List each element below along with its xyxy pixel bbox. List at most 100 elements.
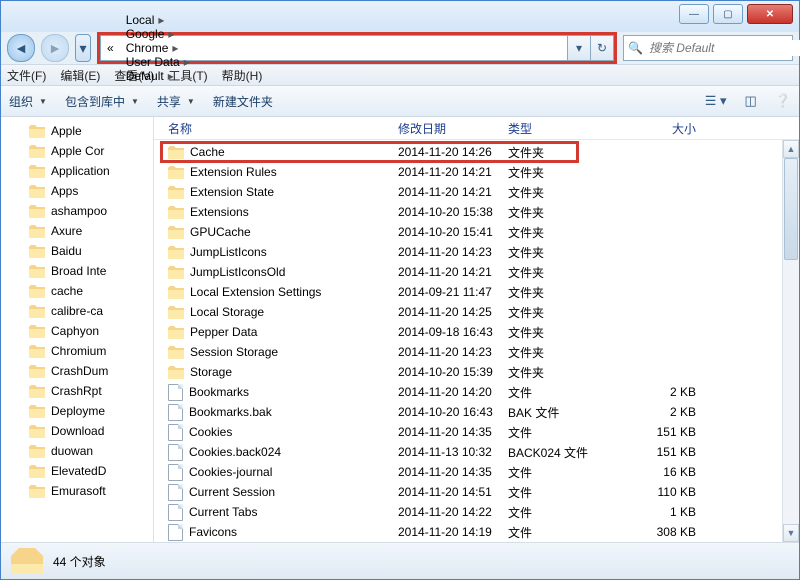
file-row[interactable]: Pepper Data2014-09-18 16:43文件夹	[154, 322, 799, 342]
minimize-button[interactable]: —	[679, 4, 709, 24]
tree-item[interactable]: Caphyon	[1, 321, 153, 341]
tree-item[interactable]: Broad Inte	[1, 261, 153, 281]
folder-icon	[29, 325, 45, 338]
search-input[interactable]	[647, 40, 800, 56]
file-row[interactable]: Cookies2014-11-20 14:35文件151 KB	[154, 422, 799, 442]
breadcrumb-prefix: «	[101, 36, 120, 60]
breadcrumb-item[interactable]: Chrome▸	[120, 41, 196, 55]
file-row[interactable]: Local Storage2014-11-20 14:25文件夹	[154, 302, 799, 322]
folder-icon	[168, 326, 184, 339]
folder-icon	[168, 366, 184, 379]
address-dropdown-button[interactable]: ▾	[568, 35, 591, 61]
folder-icon	[29, 425, 45, 438]
folder-icon	[29, 265, 45, 278]
help-button[interactable]: ❔	[775, 93, 791, 109]
folder-icon	[168, 266, 184, 279]
scroll-up-button[interactable]: ▲	[783, 140, 799, 158]
column-headers[interactable]: 名称 修改日期 类型 大小	[154, 117, 799, 140]
folder-icon	[29, 465, 45, 478]
menu-item[interactable]: 帮助(H)	[222, 67, 263, 84]
tree-item[interactable]: Apps	[1, 181, 153, 201]
file-row[interactable]: Extensions2014-10-20 15:38文件夹	[154, 202, 799, 222]
tree-item[interactable]: cache	[1, 281, 153, 301]
tree-item[interactable]: ashampoo	[1, 201, 153, 221]
file-row[interactable]: Extension State2014-11-20 14:21文件夹	[154, 182, 799, 202]
folder-icon	[29, 345, 45, 358]
tree-item[interactable]: calibre-ca	[1, 301, 153, 321]
file-row[interactable]: Favicons2014-11-20 14:19文件308 KB	[154, 522, 799, 542]
folder-icon	[168, 146, 184, 159]
file-row[interactable]: GPUCache2014-10-20 15:41文件夹	[154, 222, 799, 242]
breadcrumb-item[interactable]: Local▸	[120, 13, 196, 27]
file-icon	[168, 444, 183, 461]
col-type: 类型	[508, 120, 616, 137]
folder-icon	[168, 246, 184, 259]
menu-item[interactable]: 编辑(E)	[60, 67, 100, 84]
address-bar-highlight: « Local▸Google▸Chrome▸User Data▸Default▸…	[97, 32, 617, 64]
file-row[interactable]: Bookmarks.bak2014-10-20 16:43BAK 文件2 KB	[154, 402, 799, 422]
tree-item[interactable]: CrashRpt	[1, 381, 153, 401]
tree-item[interactable]: CrashDum	[1, 361, 153, 381]
breadcrumb-item[interactable]: Google▸	[120, 27, 196, 41]
tree-item[interactable]: duowan	[1, 441, 153, 461]
folder-icon	[29, 365, 45, 378]
folder-icon	[29, 145, 45, 158]
file-row[interactable]: Storage2014-10-20 15:39文件夹	[154, 362, 799, 382]
view-button[interactable]: ☰ ▾	[705, 93, 727, 109]
tree-item[interactable]: Download	[1, 421, 153, 441]
col-date: 修改日期	[398, 120, 508, 137]
scroll-thumb[interactable]	[784, 158, 798, 260]
share-button[interactable]: 共享▼	[157, 93, 195, 110]
close-button[interactable]: ✕	[747, 4, 793, 24]
file-row[interactable]: Session Storage2014-11-20 14:23文件夹	[154, 342, 799, 362]
preview-pane-button[interactable]: ◫	[745, 93, 757, 109]
nav-back-button[interactable]: ◄	[7, 34, 35, 62]
menu-item[interactable]: 文件(F)	[7, 67, 46, 84]
folder-icon	[168, 166, 184, 179]
tree-item[interactable]: Apple Cor	[1, 141, 153, 161]
breadcrumb-item[interactable]: Default▸	[120, 69, 196, 83]
file-icon	[168, 484, 183, 501]
file-row[interactable]: JumpListIcons2014-11-20 14:23文件夹	[154, 242, 799, 262]
file-row[interactable]: Local Extension Settings2014-09-21 11:47…	[154, 282, 799, 302]
toolbar: 组织▼ 包含到库中▼ 共享▼ 新建文件夹 ☰ ▾ ◫ ❔	[1, 86, 799, 117]
scroll-down-button[interactable]: ▼	[783, 524, 799, 542]
folder-icon	[168, 286, 184, 299]
address-bar[interactable]: « Local▸Google▸Chrome▸User Data▸Default▸	[100, 35, 568, 61]
file-row[interactable]: Cookies-journal2014-11-20 14:35文件16 KB	[154, 462, 799, 482]
nav-history-button[interactable]: ▾	[75, 34, 91, 62]
file-row[interactable]: Cache2014-11-20 14:26文件夹	[154, 142, 799, 162]
file-row[interactable]: Current Tabs2014-11-20 14:22文件1 KB	[154, 502, 799, 522]
folder-icon	[29, 305, 45, 318]
folder-icon	[29, 485, 45, 498]
folder-icon	[29, 405, 45, 418]
file-row[interactable]: Extension Rules2014-11-20 14:21文件夹	[154, 162, 799, 182]
tree-item[interactable]: Emurasoft	[1, 481, 153, 501]
folder-icon	[29, 225, 45, 238]
search-box[interactable]: 🔍	[623, 35, 793, 61]
tree-item[interactable]: Deployme	[1, 401, 153, 421]
folder-icon	[29, 385, 45, 398]
breadcrumb-item[interactable]: User Data▸	[120, 55, 196, 69]
maximize-button[interactable]: ▢	[713, 4, 743, 24]
include-button[interactable]: 包含到库中▼	[65, 93, 139, 110]
file-row[interactable]: Current Session2014-11-20 14:51文件110 KB	[154, 482, 799, 502]
tree-item[interactable]: Apple	[1, 121, 153, 141]
nav-forward-button[interactable]: ►	[41, 34, 69, 62]
tree-item[interactable]: Baidu	[1, 241, 153, 261]
tree-item[interactable]: Axure	[1, 221, 153, 241]
tree-item[interactable]: Application	[1, 161, 153, 181]
folder-icon	[168, 186, 184, 199]
file-row[interactable]: Cookies.back0242014-11-13 10:32BACK024 文…	[154, 442, 799, 462]
new-folder-button[interactable]: 新建文件夹	[213, 93, 273, 110]
file-row[interactable]: JumpListIconsOld2014-11-20 14:21文件夹	[154, 262, 799, 282]
tree-item[interactable]: Chromium	[1, 341, 153, 361]
scrollbar[interactable]: ▲ ▼	[782, 140, 799, 542]
tree-item[interactable]: ElevatedD	[1, 461, 153, 481]
folder-icon	[29, 285, 45, 298]
folder-tree[interactable]: AppleApple CorApplicationAppsashampooAxu…	[1, 117, 154, 542]
organize-button[interactable]: 组织▼	[9, 93, 47, 110]
refresh-button[interactable]: ↻	[591, 35, 614, 61]
file-row[interactable]: Bookmarks2014-11-20 14:20文件2 KB	[154, 382, 799, 402]
folder-icon	[29, 245, 45, 258]
